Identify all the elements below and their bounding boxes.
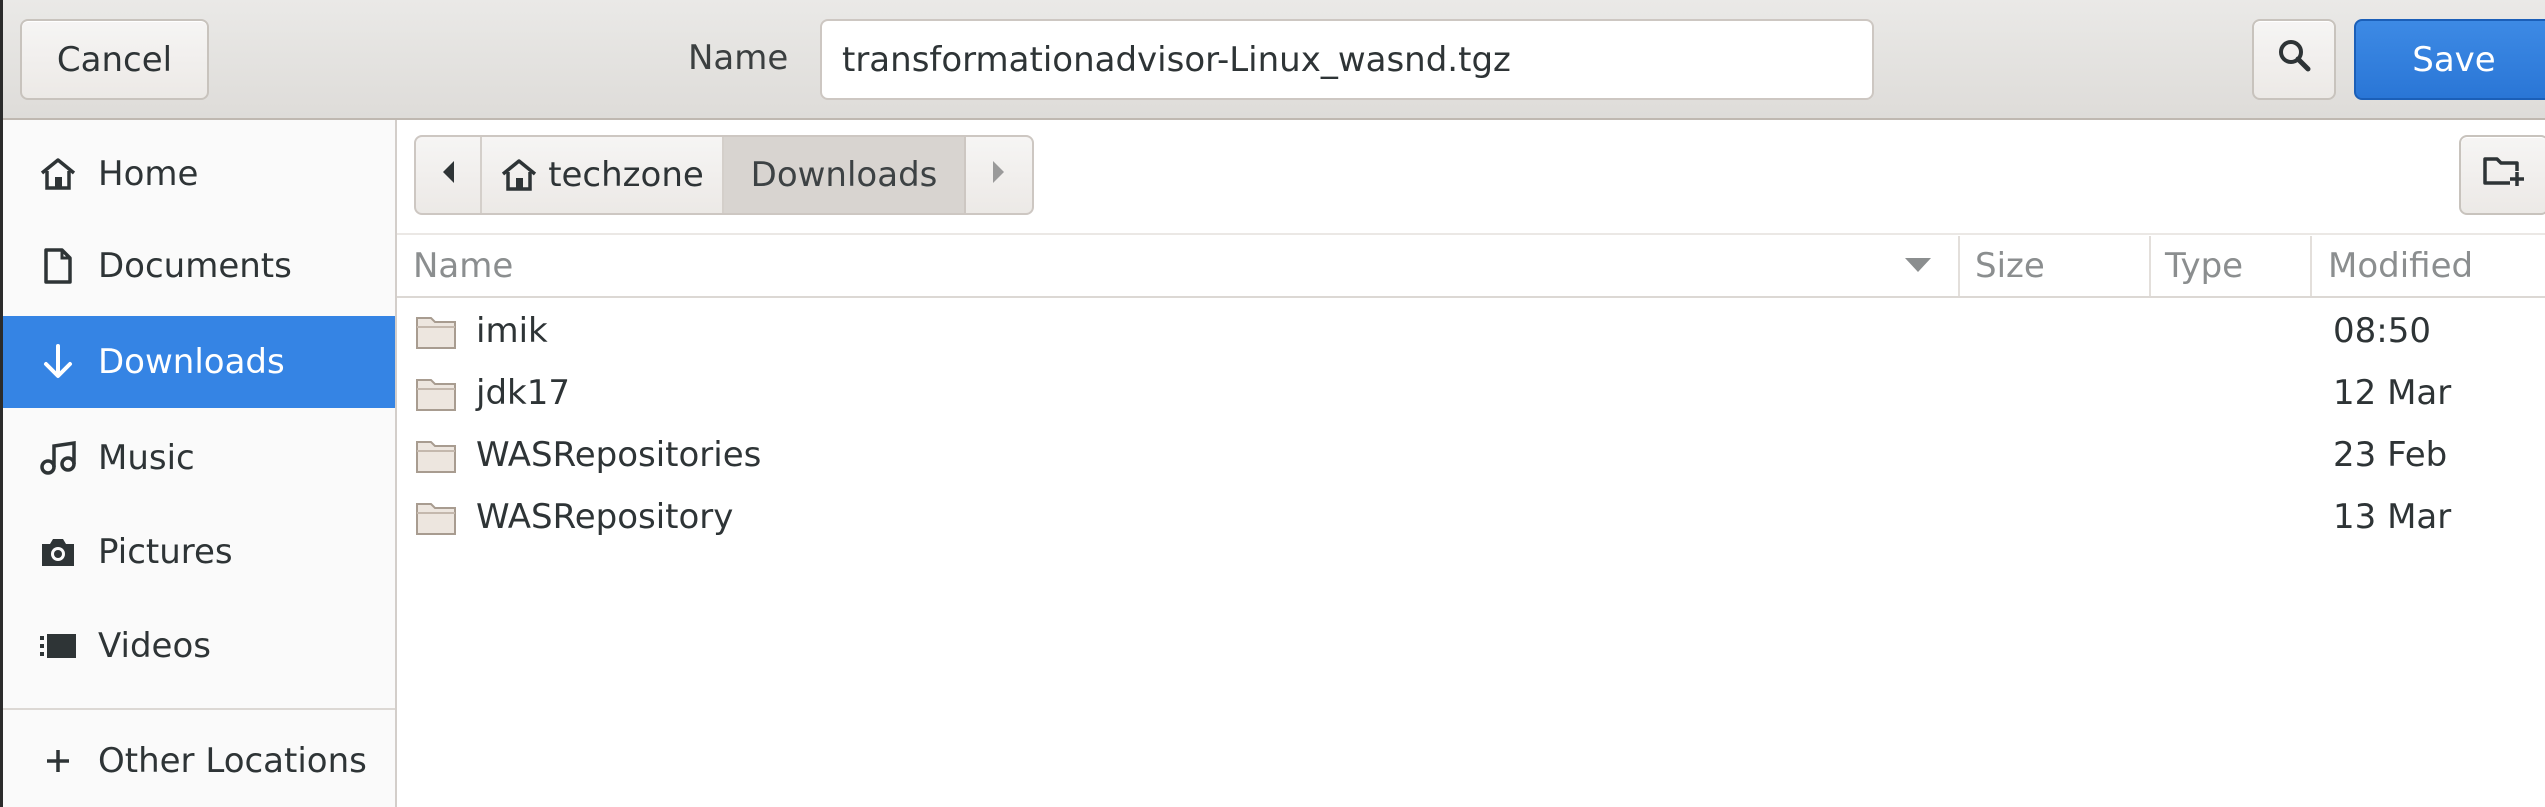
sidebar-item-home[interactable]: Home <box>0 128 395 220</box>
sidebar-item-pictures[interactable]: Pictures <box>0 506 395 598</box>
folder-icon <box>415 314 457 354</box>
new-folder-icon <box>2482 153 2526 198</box>
list-top-divider <box>397 233 2545 235</box>
sidebar-item-other-locations[interactable]: Other Locations <box>0 715 395 807</box>
download-icon <box>38 342 78 382</box>
sidebar-item-label: Videos <box>98 626 211 666</box>
path-segment-techzone[interactable]: techzone <box>482 137 724 213</box>
file-name: imik <box>476 311 548 351</box>
music-icon <box>38 438 78 478</box>
column-header-type[interactable]: Type <box>2165 236 2305 296</box>
search-icon <box>2276 37 2312 82</box>
sidebar-item-videos[interactable]: Videos <box>0 600 395 692</box>
chevron-left-icon <box>439 155 457 195</box>
sidebar-item-label: Other Locations <box>98 741 367 781</box>
file-row[interactable]: jdk17 12 Mar <box>397 362 2545 424</box>
path-bar: techzone Downloads <box>414 135 1034 215</box>
document-icon <box>38 246 78 286</box>
file-name: WASRepository <box>476 497 734 537</box>
sidebar-item-downloads[interactable]: Downloads <box>0 316 395 408</box>
column-header-modified[interactable]: Modified <box>2328 236 2545 296</box>
video-icon <box>38 626 78 666</box>
sidebar-item-documents[interactable]: Documents <box>0 220 395 312</box>
file-list-header: Name Size Type Modified <box>397 236 2545 298</box>
file-modified: 23 Feb <box>2333 435 2448 475</box>
column-header-label: Name <box>413 246 514 286</box>
camera-icon <box>38 532 78 572</box>
column-divider[interactable] <box>1958 236 1960 296</box>
column-divider[interactable] <box>2149 236 2151 296</box>
filename-input[interactable]: transformationadvisor-Linux_wasnd.tgz <box>820 19 1874 100</box>
file-row[interactable]: imik 08:50 <box>397 300 2545 362</box>
column-header-name[interactable]: Name <box>413 236 1953 296</box>
window-edge <box>0 0 3 807</box>
new-folder-button[interactable] <box>2459 135 2545 215</box>
folder-icon <box>415 500 457 540</box>
sidebar-item-label: Home <box>98 154 199 194</box>
filename-value: transformationadvisor-Linux_wasnd.tgz <box>842 39 1511 80</box>
cancel-button[interactable]: Cancel <box>20 19 209 100</box>
column-header-label: Modified <box>2328 246 2474 286</box>
column-header-label: Size <box>1975 246 2045 286</box>
file-row[interactable]: WASRepositories 23 Feb <box>397 424 2545 486</box>
column-header-label: Type <box>2165 246 2244 286</box>
column-header-size[interactable]: Size <box>1975 236 2135 296</box>
path-back-button[interactable] <box>416 137 482 213</box>
path-segment-label: techzone <box>548 155 704 195</box>
sidebar-item-music[interactable]: Music <box>0 412 395 504</box>
path-forward-button[interactable] <box>966 137 1032 213</box>
search-button[interactable] <box>2252 19 2336 100</box>
chevron-right-icon <box>990 155 1008 195</box>
plus-icon <box>38 741 78 781</box>
sort-descending-icon <box>1903 256 1933 274</box>
path-segment-downloads[interactable]: Downloads <box>724 137 966 213</box>
file-name: WASRepositories <box>476 435 762 475</box>
file-modified: 13 Mar <box>2333 497 2452 537</box>
sidebar-item-label: Downloads <box>98 342 285 382</box>
dialog-header: Cancel Name transformationadvisor-Linux_… <box>0 0 2545 120</box>
file-modified: 08:50 <box>2333 311 2431 351</box>
column-divider[interactable] <box>2310 236 2312 296</box>
name-label: Name <box>688 38 789 78</box>
path-segment-label: Downloads <box>750 155 938 195</box>
file-row[interactable]: WASRepository 13 Mar <box>397 486 2545 548</box>
folder-icon <box>415 438 457 478</box>
sidebar-divider <box>0 708 395 710</box>
sidebar-item-label: Pictures <box>98 532 233 572</box>
sidebar-item-label: Documents <box>98 246 292 286</box>
sidebar-item-label: Music <box>98 438 195 478</box>
places-sidebar: Home Documents Downloads Music Pictures … <box>0 120 397 807</box>
home-icon <box>38 154 78 194</box>
save-button[interactable]: Save <box>2354 19 2545 100</box>
file-modified: 12 Mar <box>2333 373 2452 413</box>
home-icon <box>500 158 538 192</box>
file-name: jdk17 <box>476 373 570 413</box>
folder-icon <box>415 376 457 416</box>
